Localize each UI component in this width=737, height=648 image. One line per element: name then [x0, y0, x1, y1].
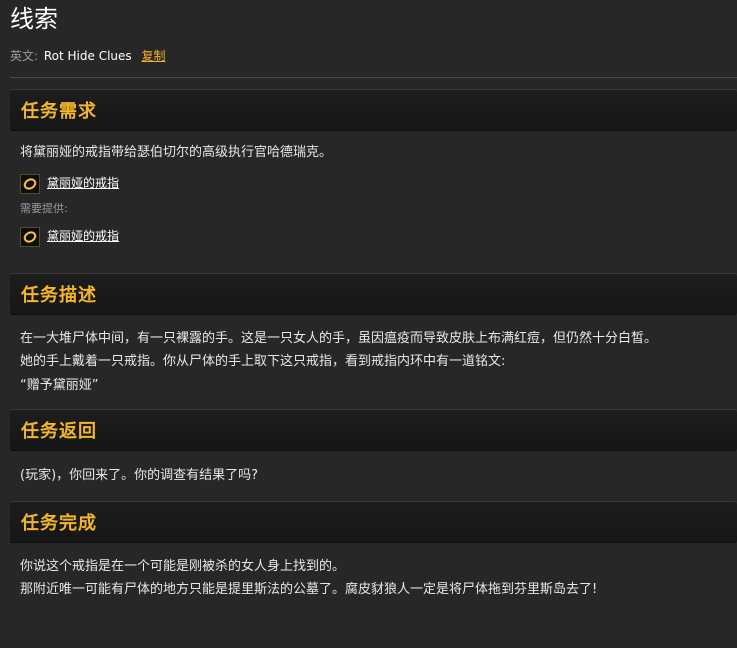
ring-icon	[20, 173, 40, 194]
section-body-completion: 你说这个戒指是在一个可能是刚被杀的女人身上找到的。 那附近唯一可能有尸体的地方只…	[10, 543, 737, 602]
description-line: 在一大堆尸体中间，有一只裸露的手。这是一只女人的手，虽因瘟疫而导致皮肤上布满红痘…	[20, 330, 658, 346]
section-header-completion: 任务完成	[10, 500, 737, 543]
english-name-row: 英文: Rot Hide Clues 复制	[10, 48, 737, 64]
section-header-description: 任务描述	[10, 272, 737, 315]
ring-icon	[20, 226, 40, 247]
required-item[interactable]: 黛丽娅的戒指	[20, 173, 737, 195]
section-body-description: 在一大堆尸体中间，有一只裸露的手。这是一只女人的手，虽因瘟疫而导致皮肤上布满红痘…	[10, 315, 737, 398]
quest-page: 线索 英文: Rot Hide Clues 复制 任务需求 将黛丽娅的戒指带给瑟…	[0, 0, 737, 648]
section-title-completion: 任务完成	[21, 512, 97, 534]
return-text: (玩家)，你回来了。你的调查有结果了吗?	[20, 468, 259, 483]
required-item-link[interactable]: 黛丽娅的戒指	[47, 172, 119, 196]
title-divider	[10, 77, 737, 78]
completion-line: 你说这个戒指是在一个可能是刚被杀的女人身上找到的。	[20, 558, 346, 574]
description-line: “赠予黛丽娅”	[20, 377, 99, 393]
copy-button[interactable]: 复制	[142, 49, 166, 63]
section-body-requirements: 将黛丽娅的戒指带给瑟伯切尔的高级执行官哈德瑞克。 黛丽娅的戒指 需要提供: 黛丽…	[10, 131, 737, 248]
provide-label: 需要提供:	[20, 201, 68, 215]
requirements-text: 将黛丽娅的戒指带给瑟伯切尔的高级执行官哈德瑞克。	[20, 145, 333, 160]
section-title-requirements: 任务需求	[21, 101, 97, 122]
provided-item[interactable]: 黛丽娅的戒指	[20, 226, 737, 248]
section-title-return: 任务返回	[21, 421, 97, 442]
english-name: Rot Hide Clues	[43, 49, 132, 63]
section-title-description: 任务描述	[21, 284, 97, 306]
completion-line: 那附近唯一可能有尸体的地方只能是提里斯法的公墓了。腐皮豺狼人一定是将尸体拖到芬里…	[20, 582, 598, 597]
provided-item-link[interactable]: 黛丽娅的戒指	[47, 225, 119, 249]
section-body-return: (玩家)，你回来了。你的调查有结果了吗?	[10, 451, 737, 488]
page-title: 线索	[10, 5, 58, 33]
english-label: 英文:	[10, 49, 39, 63]
description-line: 她的手上戴着一只戒指。你从尸体的手上取下这只戒指，看到戒指内环中有一道铭文:	[20, 354, 506, 369]
section-header-return: 任务返回	[10, 409, 737, 451]
section-header-requirements: 任务需求	[10, 89, 737, 131]
